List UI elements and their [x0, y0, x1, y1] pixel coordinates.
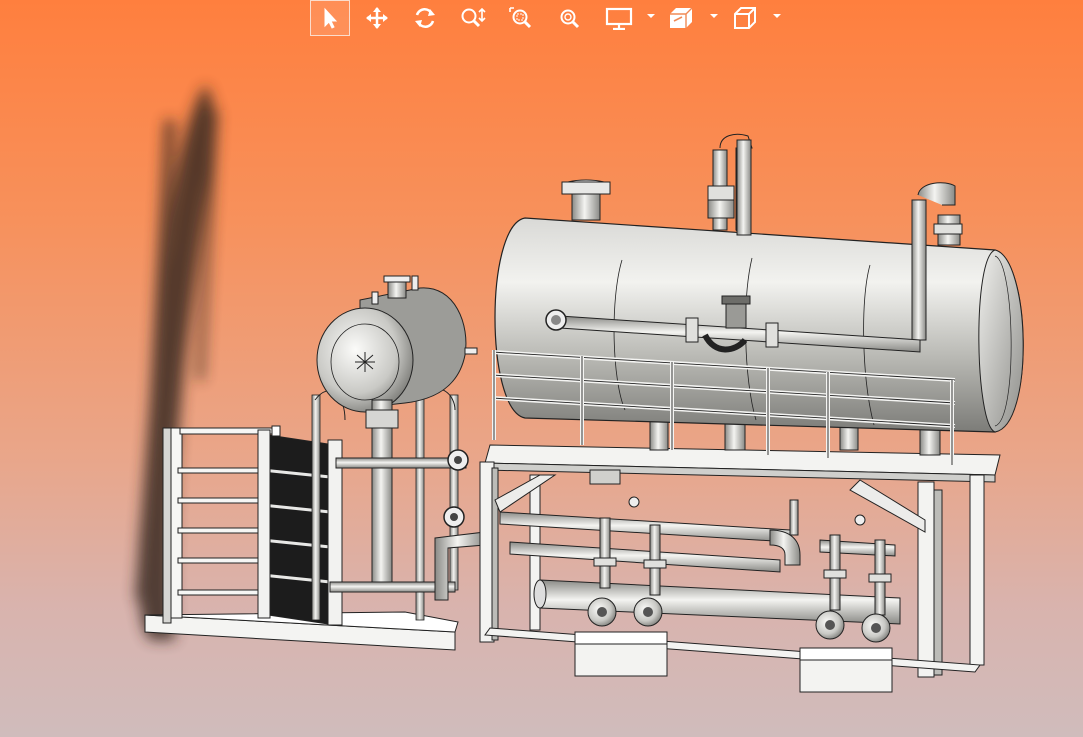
section-box-icon	[670, 7, 693, 28]
zoom-window-icon	[509, 7, 532, 29]
rotate-orbit-icon	[415, 8, 435, 28]
pan-tool-button[interactable]	[360, 0, 394, 36]
zoom-in-out-tool-button[interactable]	[456, 0, 490, 36]
zoom-fit-tool-button[interactable]	[552, 0, 586, 36]
standard-views-menu-button[interactable]	[728, 0, 762, 36]
zoom-fit-icon	[560, 9, 580, 29]
chevron-down-icon[interactable]	[709, 12, 719, 20]
select-tool-button[interactable]	[310, 0, 350, 36]
view-toolbar	[308, 0, 788, 36]
zoom-in-out-icon	[461, 7, 486, 28]
model-render[interactable]	[0, 36, 1083, 737]
section-view-menu-button[interactable]	[664, 0, 698, 36]
rotate-tool-button[interactable]	[408, 0, 442, 36]
view-cube-icon	[734, 7, 756, 29]
monitor-icon	[605, 7, 633, 30]
select-arrow-icon	[324, 7, 338, 29]
chevron-down-icon[interactable]	[772, 12, 782, 20]
pump-piping-manifold[interactable]	[499, 469, 901, 643]
deaerator-tank[interactable]	[494, 133, 1024, 456]
chevron-down-icon[interactable]	[646, 12, 656, 20]
3d-viewport[interactable]	[0, 36, 1083, 737]
zoom-window-tool-button[interactable]	[504, 0, 538, 36]
pan-move-icon	[366, 7, 388, 29]
display-mode-menu-button[interactable]	[602, 0, 636, 36]
